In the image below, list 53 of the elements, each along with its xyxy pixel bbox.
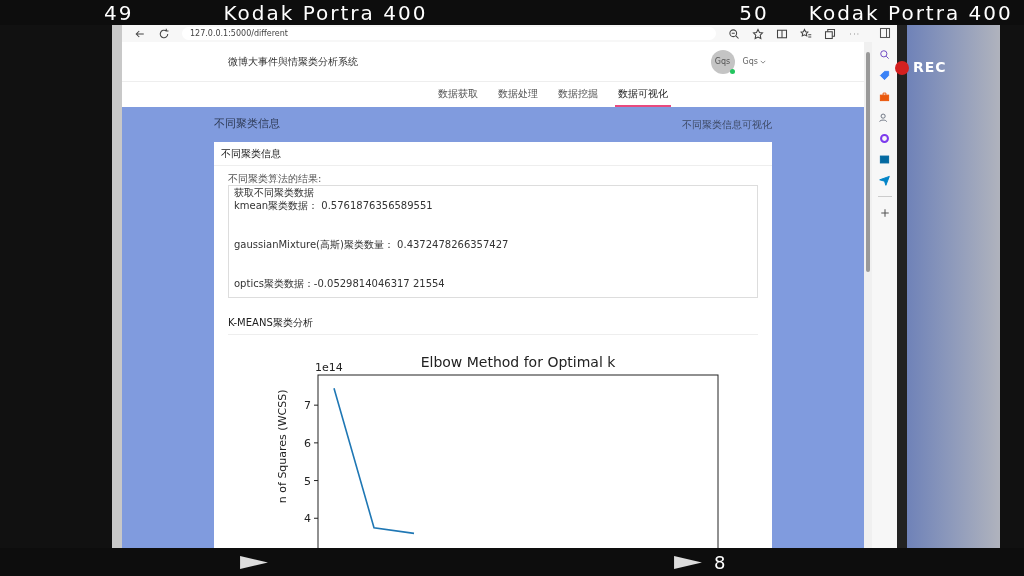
user-avatar[interactable]: Gqs (710, 49, 735, 74)
mail-icon[interactable] (879, 154, 890, 165)
tag-icon[interactable] (879, 70, 890, 81)
card-title: 不同聚类信息 (221, 147, 281, 161)
collections-icon[interactable] (824, 27, 836, 40)
sidebar-toggle-icon[interactable] (878, 27, 891, 39)
play-triangle-icon (240, 555, 268, 569)
y-tick: 4 (304, 512, 319, 526)
address-bar[interactable]: 127.0.0.1:5000/different (182, 27, 716, 40)
people-icon[interactable] (879, 112, 890, 123)
nav-tab[interactable]: 数据挖掘 (555, 82, 601, 107)
result-line: gaussianMixture(高斯)聚类数量： 0.4372478266357427 (234, 239, 510, 252)
y-tick-label: 4 (304, 512, 311, 526)
chevron-down-icon (760, 59, 766, 64)
nav-tab[interactable]: 数据获取 (435, 82, 481, 107)
y-tick: 5 (304, 474, 319, 488)
film-frame-number: 8 (714, 550, 726, 575)
y-axis-label: n of Squares (WCSS) (276, 389, 289, 504)
film-frame-label: Kodak Portra 400 (808, 0, 1013, 27)
axis-multiplier: 1e14 (315, 361, 343, 374)
toolbox-icon[interactable] (879, 91, 890, 102)
zoom-out-icon[interactable] (728, 27, 740, 40)
page-title: 不同聚类信息 (214, 115, 280, 132)
section-title: K-MEANS聚类分析 (228, 316, 313, 330)
url-text: 127.0.0.1:5000/different (190, 27, 288, 40)
results-textarea[interactable]: 获取不同聚类数据 kmean聚类数据： 0.5761876356589551 gaussianMixture(高斯)聚类数量： 0.4372478266357427 optics聚类数据：-0.0529814046317 21554 (228, 185, 758, 298)
star-icon[interactable] (752, 27, 764, 40)
y-tick-label: 5 (304, 474, 311, 488)
site-title: 微博大事件與情聚类分析系统 (228, 55, 358, 69)
film-frame-label: 49 (104, 0, 134, 27)
film-frame-label: 50 (739, 0, 769, 27)
y-tick: 6 (304, 436, 319, 450)
ring-icon[interactable] (879, 133, 890, 144)
search-icon[interactable] (879, 49, 890, 60)
film-frame-label: Kodak Portra 400 (223, 0, 428, 27)
rec-label: REC (913, 58, 947, 77)
result-line: optics聚类数据：-0.0529814046317 21554 (234, 278, 446, 291)
result-line: kmean聚类数据： 0.5761876356589551 (234, 200, 434, 213)
y-tick-label: 6 (304, 436, 311, 450)
y-tick: 7 (304, 399, 319, 413)
add-icon[interactable] (878, 207, 891, 219)
chart-title: Elbow Method for Optimal k (420, 354, 616, 370)
scrollbar-thumb[interactable] (866, 52, 870, 272)
favorites-icon[interactable] (800, 27, 812, 40)
reload-icon[interactable] (158, 27, 170, 40)
split-screen-icon[interactable] (776, 27, 788, 40)
y-tick-label: 7 (304, 399, 311, 413)
play-triangle-icon (674, 555, 702, 569)
nav-tab[interactable]: 数据处理 (495, 82, 541, 107)
result-line: 获取不同聚类数据 (234, 187, 315, 200)
results-label: 不同聚类算法的结果: (228, 173, 323, 185)
paper-plane-icon[interactable] (879, 175, 890, 186)
user-menu[interactable]: Gqs (742, 55, 766, 68)
